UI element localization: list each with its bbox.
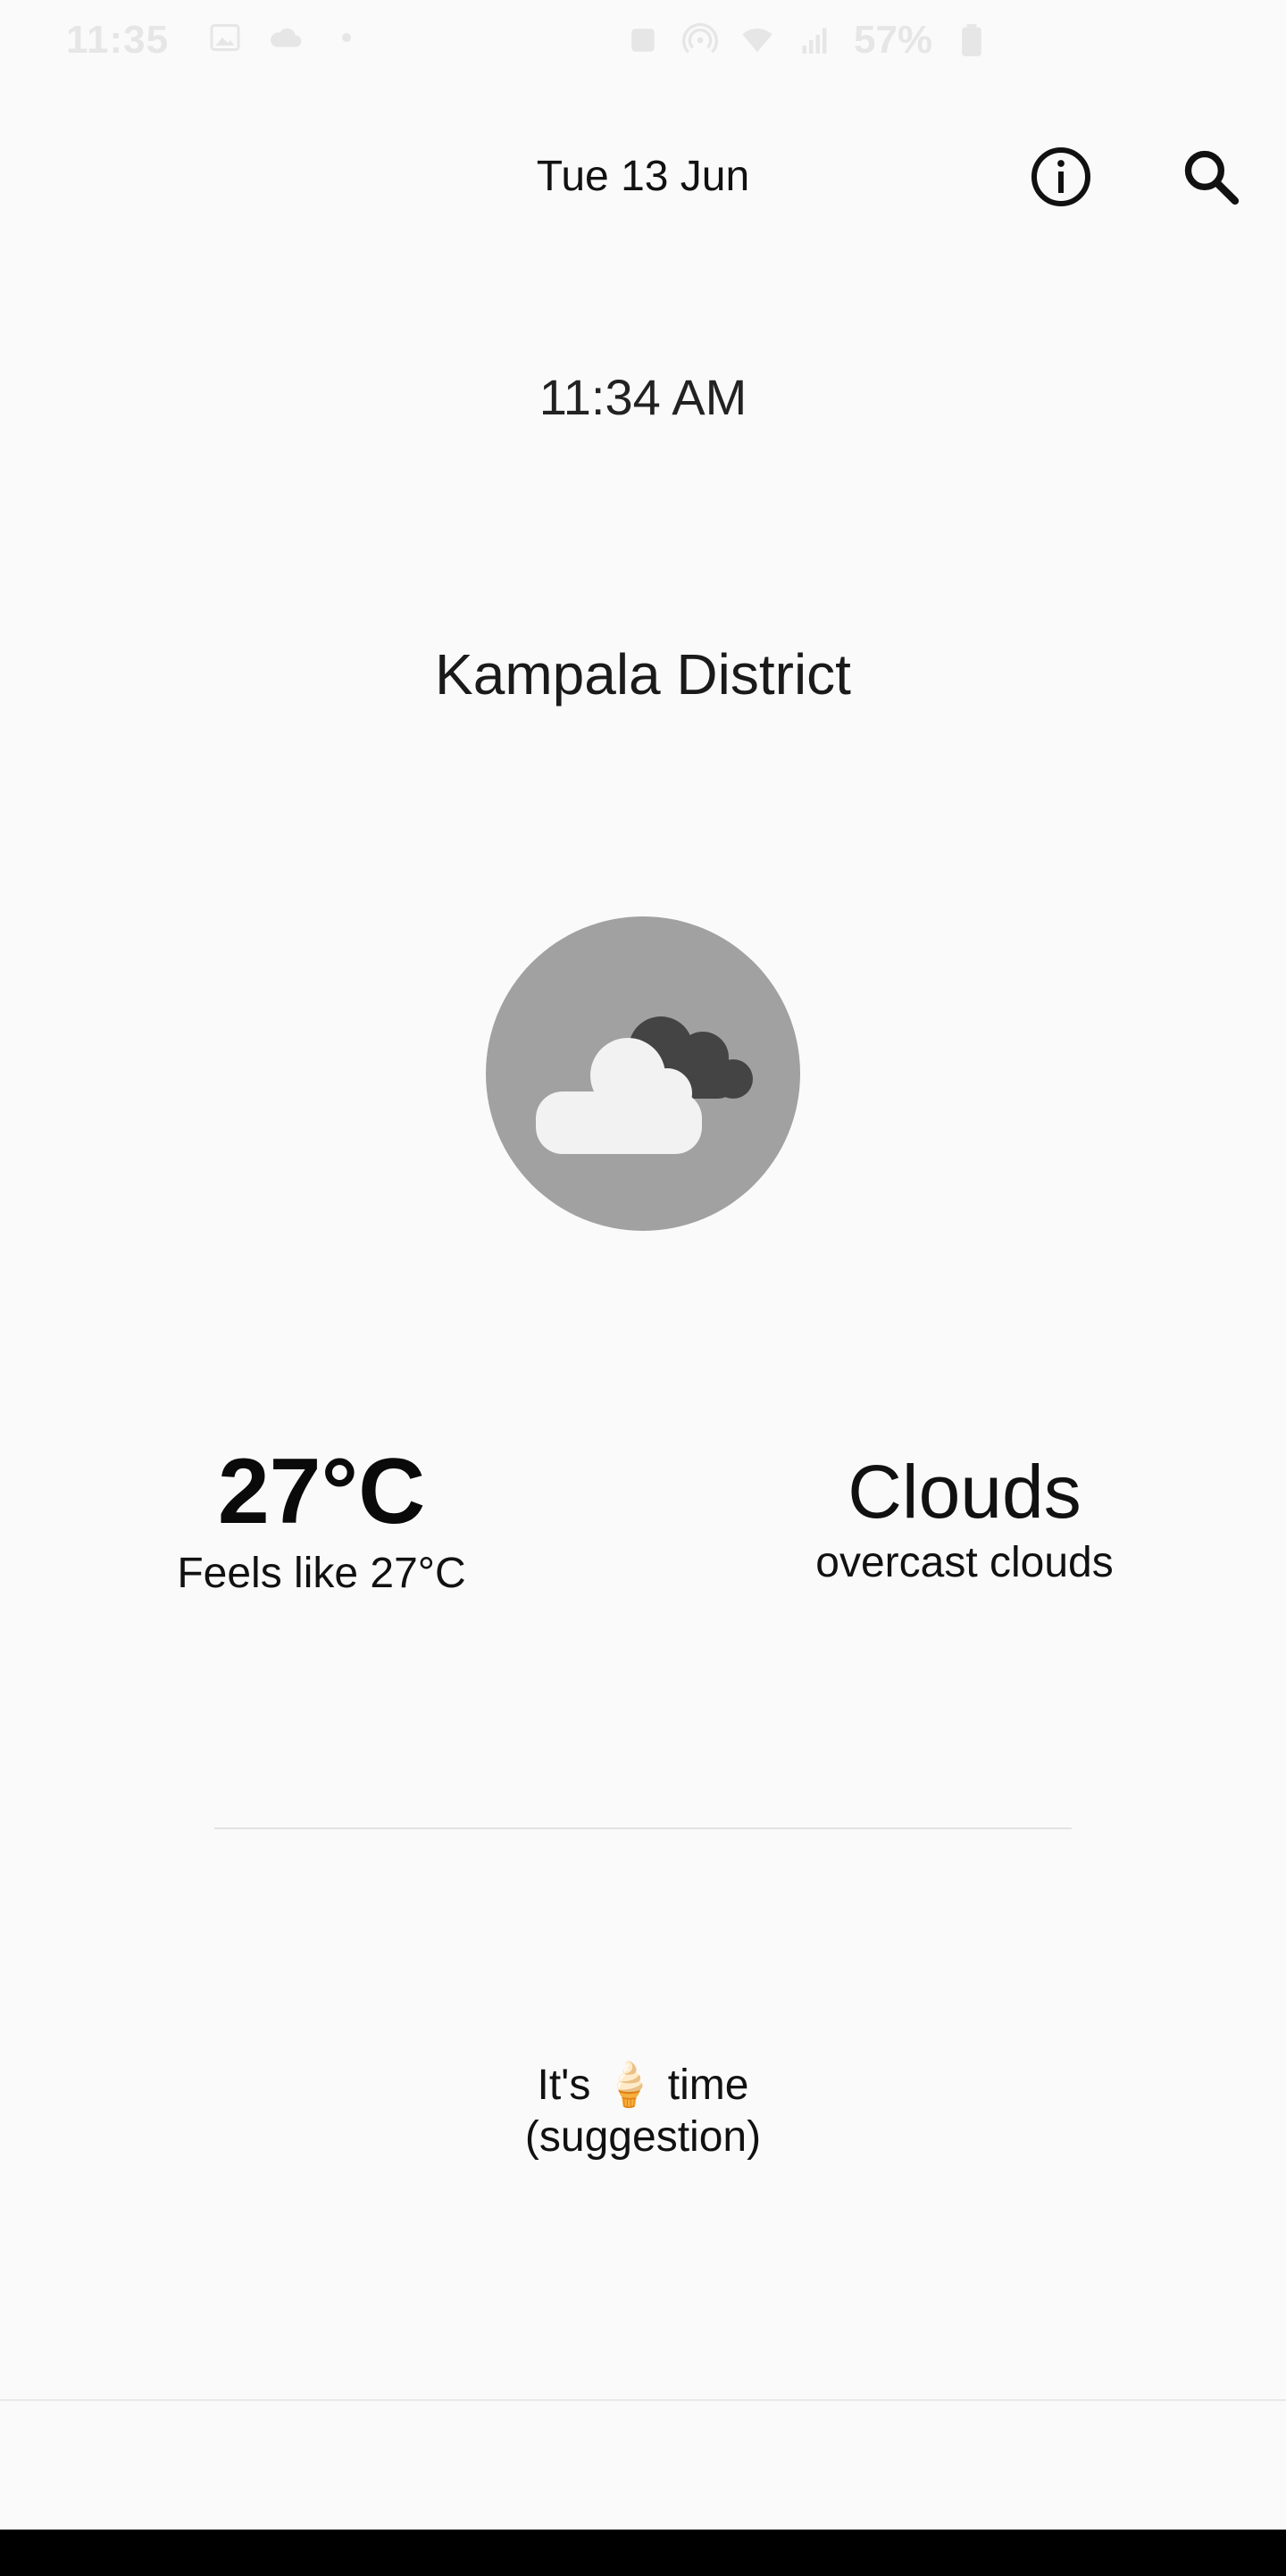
system-navigation-bar — [0, 2530, 1286, 2576]
status-right-icons: 57% — [625, 18, 990, 63]
condition-block: Clouds overcast clouds — [732, 1447, 1197, 1590]
location-name: Kampala District — [435, 642, 851, 707]
cloud-icon — [536, 1016, 753, 1154]
battery-percent: 57% — [854, 18, 933, 62]
temperature: 27°C — [217, 1440, 426, 1543]
divider — [214, 1827, 1072, 1829]
weather-icon-circle — [486, 916, 800, 1231]
current-time: 11:34 AM — [539, 369, 747, 425]
info-button[interactable] — [1018, 136, 1104, 222]
hotspot-icon — [682, 22, 718, 58]
status-bar: 11:35 57% — [0, 0, 1286, 86]
suggestion-line-1: It's 🍦 time — [0, 2060, 1286, 2112]
search-button[interactable] — [1168, 136, 1254, 222]
cloud-status-icon — [268, 20, 304, 55]
feels-like: Feels like 27°C — [177, 1550, 466, 1597]
search-icon — [1181, 146, 1241, 212]
suggestion-line-2: (suggestion) — [524, 2113, 762, 2161]
dot-icon — [329, 20, 364, 55]
bottom-panel — [0, 2399, 1286, 2531]
weather-description: overcast clouds — [815, 1539, 1114, 1586]
suggestion-prefix: It's — [537, 2062, 591, 2109]
wifi-icon — [739, 22, 775, 58]
temperature-block: 27°C Feels like 27°C — [89, 1438, 554, 1602]
signal-icon — [797, 22, 832, 58]
suggestion-suffix: time — [667, 2062, 749, 2109]
info-icon — [1029, 145, 1093, 213]
status-left-icons — [207, 20, 364, 55]
nfc-icon — [625, 22, 661, 58]
suggestion: It's 🍦 time (suggestion) — [0, 2060, 1286, 2163]
gallery-icon — [207, 20, 243, 55]
battery-icon — [954, 22, 990, 58]
ice-cream-icon: 🍦 — [602, 2062, 656, 2109]
weather-condition: Clouds — [848, 1450, 1081, 1534]
status-time: 11:35 — [66, 18, 170, 62]
